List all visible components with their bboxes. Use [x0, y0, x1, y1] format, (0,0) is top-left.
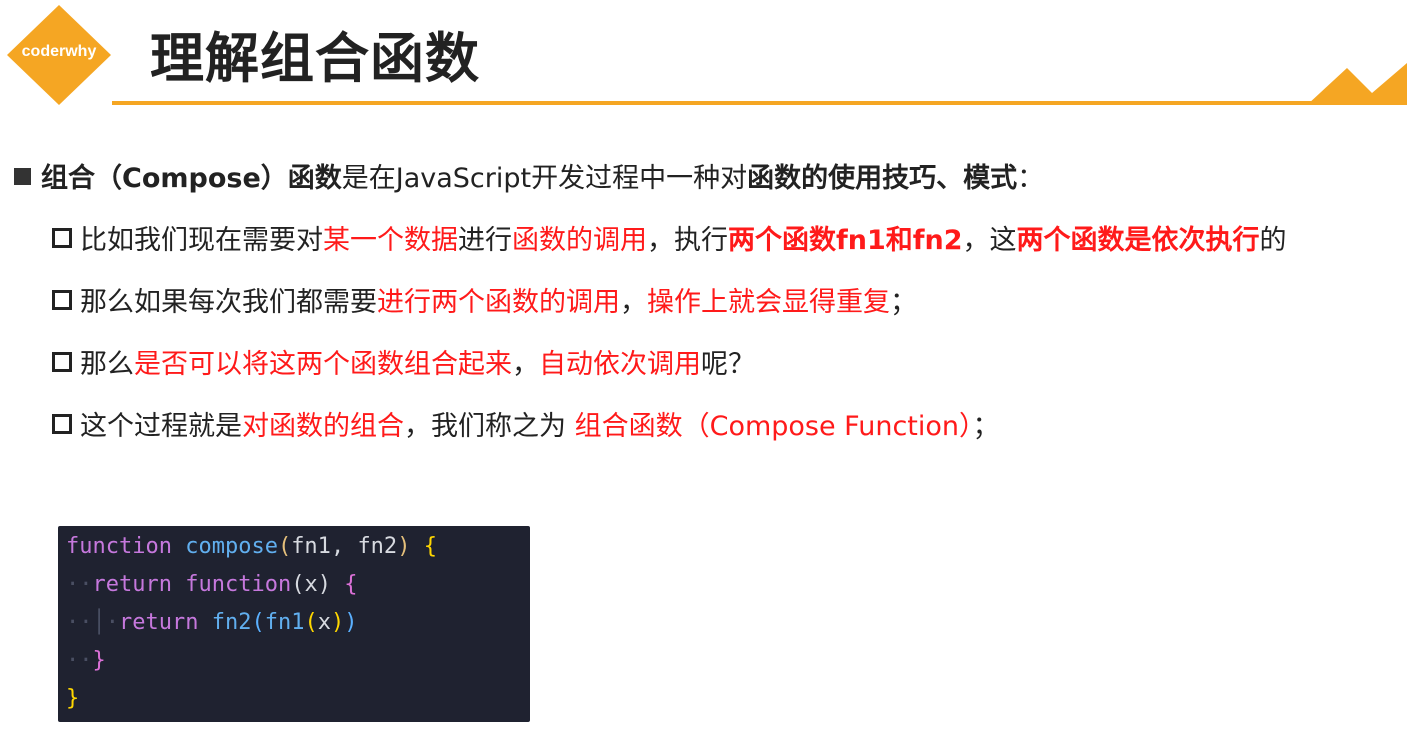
code-param: fn1: [291, 534, 331, 559]
sub-point-highlight: 自动依次调用: [539, 349, 701, 380]
code-line-1: function compose(fn1, fn2) {: [66, 534, 437, 559]
sub-point-text: 那么如果每次我们都需要: [80, 287, 377, 318]
main-point-term: 组合（Compose）函数: [41, 163, 342, 194]
main-point-emphasis: 函数的使用技巧、模式: [747, 163, 1018, 194]
code-function-name: fn1: [264, 610, 305, 635]
sub-point-text: 那么: [80, 349, 134, 380]
corner-decoration: [1307, 63, 1407, 105]
sub-point-text: 呢？: [701, 349, 755, 380]
code-keyword: function: [66, 534, 172, 559]
sub-point-highlight: 两个函数fn1和fn2: [728, 225, 963, 256]
title-underline: [112, 101, 1407, 105]
code-line-3: ··│·return fn2(fn1(x)): [66, 610, 358, 635]
sub-point-text: ；: [890, 287, 917, 318]
sub-point-text: ，这: [962, 225, 1017, 256]
sub-point-highlight: 进行两个函数的调用: [377, 287, 620, 318]
sub-point-1: 比如我们现在需要对某一个数据进行函数的调用，执行两个函数fn1和fn2，这两个函…: [52, 218, 1287, 257]
code-param: x: [317, 610, 331, 635]
sub-point-3: 那么是否可以将这两个函数组合起来，自动依次调用呢？: [52, 342, 755, 381]
open-square-bullet-icon: [52, 228, 72, 248]
sub-point-text: 的: [1259, 225, 1287, 256]
sub-point-text: 比如我们现在需要对: [80, 225, 323, 256]
code-block: function compose(fn1, fn2) { ··return fu…: [58, 526, 530, 722]
main-point-text: 是在JavaScript开发过程中一种对: [341, 163, 748, 194]
code-function-name: compose: [185, 534, 278, 559]
code-param: fn2: [357, 534, 398, 559]
filled-square-bullet-icon: [14, 168, 31, 185]
code-line-4: ··}: [66, 648, 106, 673]
code-keyword: return: [92, 572, 172, 597]
sub-point-highlight: 对函数的组合: [242, 411, 404, 442]
open-square-bullet-icon: [52, 414, 72, 434]
code-keyword: function: [185, 572, 292, 597]
sub-point-highlight: 某一个数据: [323, 225, 458, 256]
sub-point-text: ，: [512, 349, 539, 380]
sub-point-text: ，: [620, 287, 647, 318]
open-square-bullet-icon: [52, 352, 72, 372]
sub-point-2: 那么如果每次我们都需要进行两个函数的调用，操作上就会显得重复；: [52, 280, 917, 319]
code-line-5: }: [66, 686, 80, 711]
sub-point-text: ，我们称之为: [404, 411, 575, 442]
main-point-colon: ：: [1017, 163, 1045, 194]
sub-point-highlight: 函数的调用: [512, 225, 647, 256]
sub-point-text: ；: [972, 411, 1000, 442]
code-param: x: [304, 572, 318, 597]
sub-point-text: 这个过程就是: [80, 411, 242, 442]
code-function-name: fn2: [211, 610, 252, 635]
sub-point-highlight: 组合函数（Compose Function）: [574, 411, 973, 442]
code-keyword: return: [118, 610, 199, 635]
sub-point-text: ，执行: [647, 225, 728, 256]
sub-point-highlight: 两个函数是依次执行: [1016, 225, 1260, 256]
logo-text: coderwhy: [21, 43, 97, 60]
sub-point-highlight: 是否可以将这两个函数组合起来: [134, 349, 512, 380]
open-square-bullet-icon: [52, 290, 72, 310]
sub-point-text: 进行: [458, 225, 512, 256]
sub-point-highlight: 操作上就会显得重复: [647, 287, 890, 318]
coderwhy-logo: coderwhy: [3, 3, 111, 105]
page-title: 理解组合函数: [150, 27, 480, 90]
main-point: 组合（Compose）函数是在JavaScript开发过程中一种对函数的使用技巧…: [14, 156, 1044, 195]
sub-point-4: 这个过程就是对函数的组合，我们称之为 组合函数（Compose Function…: [52, 404, 1000, 443]
code-line-2: ··return function(x) {: [66, 572, 358, 597]
